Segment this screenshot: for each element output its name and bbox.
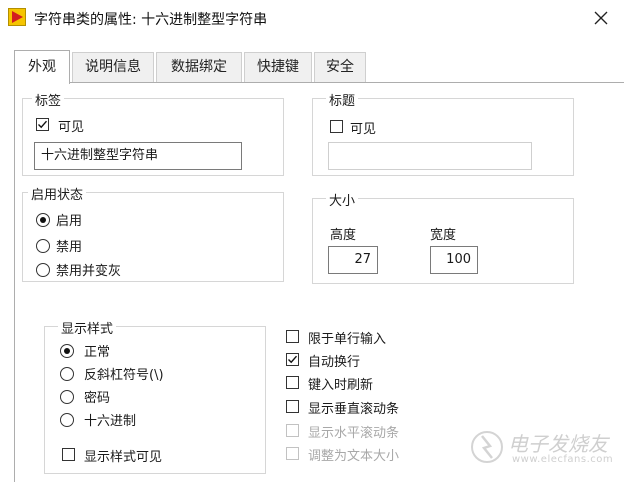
tab-data-binding[interactable]: 数据绑定 (156, 52, 242, 82)
limit-single-line-label: 限于单行输入 (308, 332, 387, 347)
height-input[interactable]: 27 (328, 246, 378, 274)
watermark-logo-icon (471, 431, 503, 463)
size-to-text-checkbox[interactable] (286, 447, 299, 460)
tab-security[interactable]: 安全 (314, 52, 366, 82)
caption-visible-checkbox[interactable] (330, 120, 343, 133)
caption-text-input[interactable] (328, 142, 532, 170)
display-style-label-hex: 十六进制 (84, 414, 137, 429)
update-while-typing-checkbox[interactable] (286, 376, 299, 389)
display-style-radio-password[interactable] (60, 390, 74, 404)
update-while-typing-label: 键入时刷新 (308, 378, 374, 393)
close-icon (594, 11, 608, 25)
limit-single-line-checkbox[interactable] (286, 330, 299, 343)
horizontal-scrollbar-label: 显示水平滚动条 (308, 426, 400, 441)
tab-shortcuts[interactable]: 快捷键 (244, 52, 312, 82)
enable-state-radio-disabled[interactable] (36, 239, 50, 253)
checkmark-icon (288, 355, 298, 364)
display-style-radio-normal[interactable] (60, 344, 74, 358)
caption-group-legend: 标题 (326, 90, 359, 109)
radio-selected-dot (64, 348, 70, 354)
size-group-legend: 大小 (326, 190, 359, 209)
display-style-visible-label: 显示样式可见 (84, 450, 163, 465)
label-group-legend: 标签 (32, 90, 65, 109)
checkmark-icon (38, 120, 48, 129)
display-style-radio-backslash[interactable] (60, 367, 74, 381)
close-button[interactable] (586, 4, 616, 32)
tab-documentation[interactable]: 说明信息 (72, 52, 154, 82)
vertical-scrollbar-label: 显示垂直滚动条 (308, 402, 400, 417)
label-text-input[interactable]: 十六进制整型字符串 (34, 142, 242, 170)
enable-state-radio-disabled-grayed[interactable] (36, 263, 50, 277)
display-style-label-backslash: 反斜杠符号(\) (84, 368, 164, 383)
width-input[interactable]: 100 (430, 246, 478, 274)
width-label: 宽度 (430, 228, 457, 243)
watermark-subtext: www.elecfans.com (512, 454, 614, 465)
watermark: 电子发烧友 www.elecfans.com (470, 426, 620, 470)
tab-appearance[interactable]: 外观 (14, 50, 70, 84)
caption-visible-label: 可见 (350, 122, 377, 137)
enable-state-label-enabled: 启用 (56, 214, 83, 229)
enable-state-radio-enabled[interactable] (36, 213, 50, 227)
horizontal-scrollbar-checkbox[interactable] (286, 424, 299, 437)
labview-app-icon (8, 8, 26, 26)
enable-state-label-disabled-grayed: 禁用并变灰 (56, 264, 122, 279)
display-style-visible-checkbox[interactable] (62, 448, 75, 461)
word-wrap-checkbox[interactable] (286, 353, 299, 366)
label-visible-label: 可见 (58, 120, 85, 135)
vertical-scrollbar-checkbox[interactable] (286, 400, 299, 413)
height-label: 高度 (330, 228, 357, 243)
display-style-radio-hex[interactable] (60, 413, 74, 427)
display-style-legend: 显示样式 (58, 318, 117, 337)
display-style-label-password: 密码 (84, 391, 111, 406)
display-style-label-normal: 正常 (84, 345, 111, 360)
enable-state-legend: 启用状态 (28, 184, 87, 203)
label-visible-checkbox[interactable] (36, 118, 49, 131)
size-to-text-label: 调整为文本大小 (308, 449, 400, 464)
radio-selected-dot (40, 217, 46, 223)
title-bar: 字符串类的属性: 十六进制整型字符串 (0, 0, 624, 38)
window-title: 字符串类的属性: 十六进制整型字符串 (34, 12, 268, 28)
word-wrap-label: 自动换行 (308, 355, 361, 370)
watermark-text: 电子发烧友 (508, 432, 608, 456)
enable-state-label-disabled: 禁用 (56, 240, 83, 255)
